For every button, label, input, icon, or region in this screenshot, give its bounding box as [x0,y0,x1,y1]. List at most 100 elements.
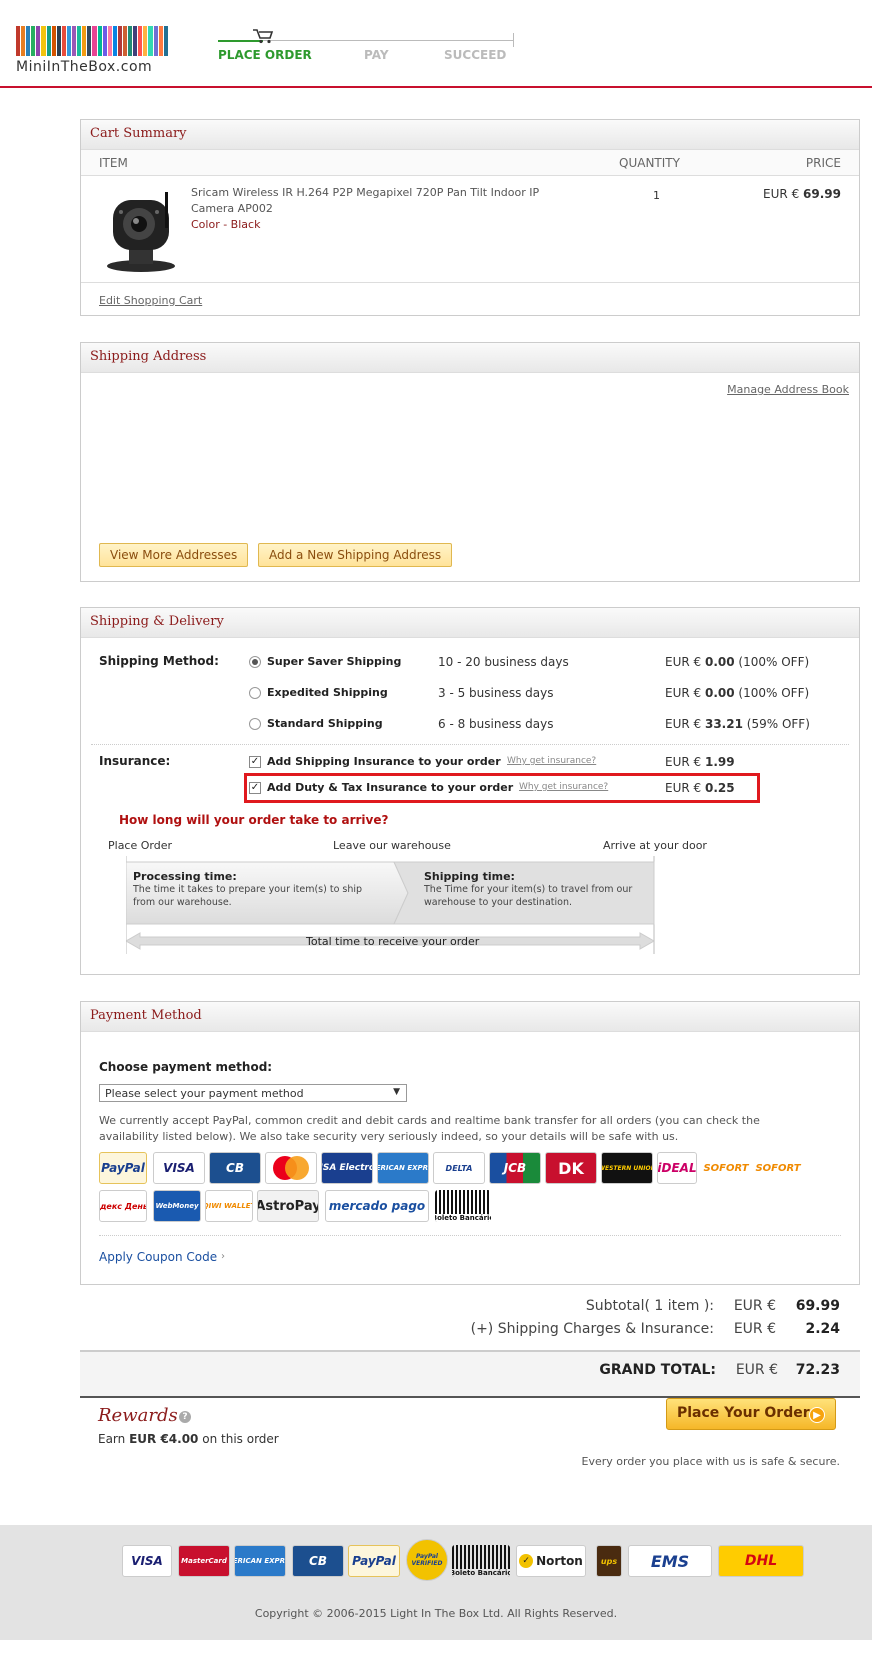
product-image[interactable] [99,186,183,274]
payment-method-select[interactable]: Please select your payment method ▼ [99,1084,407,1102]
panel-title: Shipping Address [81,343,859,373]
logo-bar [21,26,26,56]
shipping-time-title: Shipping time: [424,870,515,883]
total-time-label: Total time to receive your order [306,935,480,948]
logo-bar [16,26,21,56]
help-icon[interactable]: ? [179,1411,191,1423]
logo-bar [26,26,31,56]
panel-title: Cart Summary [81,120,859,150]
insurance-price: EUR € 0.25 [665,781,735,795]
yandex-money-logo[interactable]: Яндекс Деньги [99,1190,147,1222]
edit-cart-link[interactable]: Edit Shopping Cart [99,294,202,307]
visa-electron-logo[interactable]: VISA Electron [321,1152,373,1184]
method-price: EUR € 0.00 (100% OFF) [665,655,810,669]
method-days: 10 - 20 business days [438,655,569,669]
item-color: Color - Black [191,218,261,231]
view-more-addresses-button[interactable]: View More Addresses [99,543,249,567]
payment-desc: availability listed below). We also take… [99,1130,679,1143]
add-address-button[interactable]: Add a New Shipping Address [258,543,453,567]
cart-icon [253,29,274,44]
step-succeed: SUCCEED [444,48,507,62]
footer-amex-logo: AMERICAN EXPRESS [234,1545,286,1577]
insurance-name[interactable]: Add Shipping Insurance to your order [267,755,501,768]
processing-desc: The time it takes to prepare your item(s… [133,884,363,895]
astropay-logo[interactable]: AstroPay [257,1190,319,1222]
checkbox-shipping-insurance[interactable]: ✓ [249,756,261,768]
ideal-logo[interactable]: iDEAL [657,1152,697,1184]
check-icon: ✓ [519,1554,534,1568]
mercado-pago-logo[interactable]: mercado pago [325,1190,429,1222]
apply-coupon-link[interactable]: Apply Coupon Code [99,1250,217,1264]
footer-mastercard-logo: MasterCard [178,1545,230,1577]
subtotal-label: Subtotal( 1 item ): [585,1298,714,1314]
visa-logo[interactable]: VISA [153,1152,205,1184]
radio-standard[interactable] [249,718,261,730]
logo-bar [77,26,82,56]
radio-super-saver[interactable] [249,656,261,668]
shipping-method-label: Shipping Method: [99,654,219,668]
logo-bar [102,26,107,56]
sofort-logo[interactable]: SOFORT [701,1152,751,1184]
method-price: EUR € 33.21 (59% OFF) [665,717,810,731]
sofort-banking-logo[interactable]: SOFORT [753,1152,803,1184]
step-place-order: PLACE ORDER [218,48,312,62]
logo-bar [92,26,97,56]
manage-address-link[interactable]: Manage Address Book [727,383,849,396]
item-name-line1[interactable]: Sricam Wireless IR H.264 P2P Megapixel 7… [191,186,539,199]
webmoney-logo[interactable]: WebMoney [153,1190,201,1222]
logo-bar [66,26,72,56]
place-order-button[interactable]: Place Your Order ▶ [666,1398,836,1430]
logo-bar [51,26,56,56]
insurance-name[interactable]: Add Duty & Tax Insurance to your order [267,781,513,794]
method-name[interactable]: Super Saver Shipping [267,655,401,668]
logo-bar [82,26,87,56]
delta-logo[interactable]: DELTA [433,1152,485,1184]
why-insurance-link[interactable]: Why get insurance? [519,782,608,792]
logo-bar [153,26,158,56]
timeline-arrive-door: Arrive at your door [603,839,707,852]
ups-logo: ups [596,1545,622,1577]
logo-bar [97,26,102,56]
chevron-down-icon: ▼ [393,1087,400,1097]
logo-bar [36,26,41,56]
cart-table-header: ITEM QUANTITY PRICE [81,150,859,176]
checkbox-duty-insurance[interactable]: ✓ [249,782,261,794]
method-name[interactable]: Expedited Shipping [267,686,388,699]
dankort-logo[interactable]: DK [545,1152,597,1184]
secure-note: Every order you place with us is safe & … [581,1455,840,1468]
insurance-price: EUR € 1.99 [665,755,735,769]
panel-title: Payment Method [81,1002,859,1032]
amex-logo[interactable]: AMERICAN EXPRESS [377,1152,429,1184]
chevron-right-icon[interactable]: › [221,1251,225,1262]
item-name-line2[interactable]: Camera AP002 [191,202,273,215]
site-logo[interactable]: MiniInTheBox.com [16,26,168,75]
western-union-logo[interactable]: WESTERN UNION [601,1152,653,1184]
qiwi-wallet-logo[interactable]: QIWI WALLET [205,1190,253,1222]
why-insurance-link[interactable]: Why get insurance? [507,756,596,766]
logo-bar [158,26,163,56]
timeline-leave-warehouse: Leave our warehouse [333,839,451,852]
choose-payment-label: Choose payment method: [99,1060,273,1074]
paypal-verified-seal: PayPal VERIFIED [406,1539,448,1581]
jcb-logo[interactable]: JCB [489,1152,541,1184]
dhl-logo: DHL [718,1545,804,1577]
payment-method-panel: Payment Method Choose payment method: Pl… [80,1001,860,1285]
radio-expedited[interactable] [249,687,261,699]
shipping-charges-label: (+) Shipping Charges & Insurance: [470,1321,714,1337]
subtotal-value: 69.99 [795,1298,840,1314]
method-name[interactable]: Standard Shipping [267,717,383,730]
subtotal-currency: EUR € [733,1298,776,1314]
cb-logo[interactable]: CB [209,1152,261,1184]
boleto-logo[interactable]: Boleto Bancário [435,1190,491,1222]
rewards-title: Rewards [98,1405,178,1426]
logo-bar [41,26,46,56]
shipping-time-desc: warehouse to your destination. [424,897,572,908]
rewards-earn: Earn EUR €4.00 on this order [98,1432,279,1446]
cart-summary-panel: Cart Summary ITEM QUANTITY PRICE Sricam … [80,119,860,316]
mastercard-logo[interactable] [265,1152,317,1184]
paypal-logo[interactable]: PayPal [99,1152,147,1184]
col-quantity: QUANTITY [619,156,680,170]
mastercard-icon [273,1156,309,1180]
panel-title: Shipping & Delivery [81,608,859,638]
timeline-place-order: Place Order [108,839,173,852]
